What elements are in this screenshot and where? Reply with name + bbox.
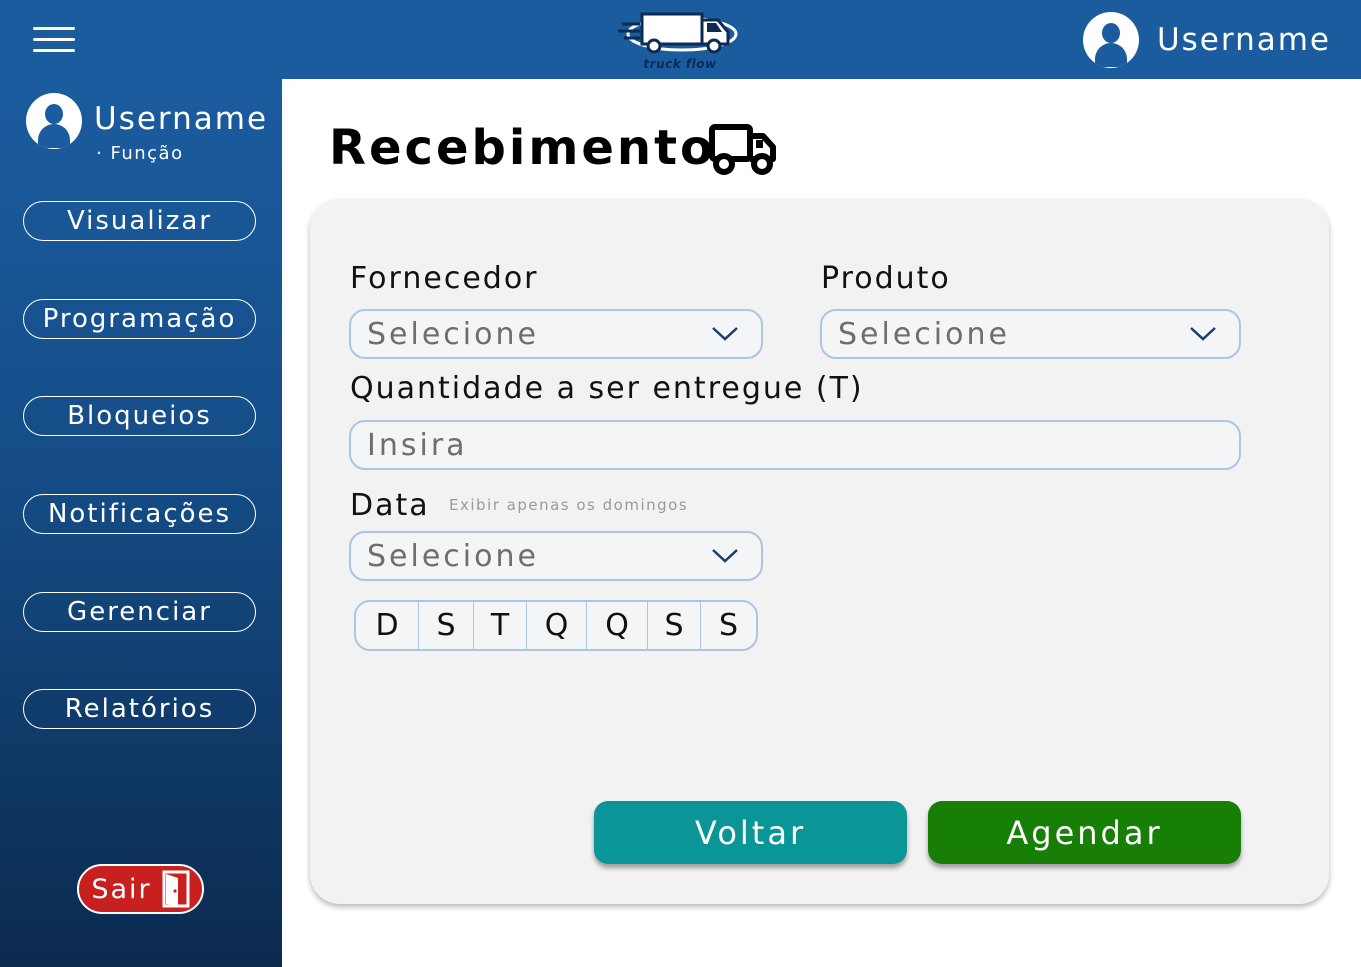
supplier-select-value: Selecione — [367, 316, 539, 352]
supplier-select[interactable]: Selecione — [349, 309, 763, 359]
back-button[interactable]: Voltar — [594, 801, 907, 864]
logo-truck-icon — [618, 12, 738, 54]
hamburger-menu-icon[interactable] — [33, 27, 75, 55]
sidebar-item-bloqueios[interactable]: Bloqueios — [23, 396, 256, 436]
product-select-value: Selecione — [838, 316, 1010, 352]
weekday-friday[interactable]: S — [647, 602, 700, 649]
weekday-selector: D S T Q Q S S — [354, 600, 758, 651]
product-select[interactable]: Selecione — [820, 309, 1241, 359]
weekday-thursday[interactable]: Q — [586, 602, 647, 649]
product-label: Produto — [821, 261, 951, 296]
date-select-value: Selecione — [367, 538, 539, 574]
sidebar-user: Username Função — [26, 93, 276, 173]
sidebar-item-gerenciar[interactable]: Gerenciar — [23, 592, 256, 632]
weekday-wednesday[interactable]: Q — [526, 602, 586, 649]
top-bar: truck flow Username — [0, 0, 1361, 79]
top-username: Username — [1156, 22, 1331, 58]
top-user-profile[interactable]: Username — [1082, 12, 1331, 68]
truck-icon — [709, 124, 776, 175]
logout-label: Sair — [91, 873, 152, 905]
weekday-monday[interactable]: S — [418, 602, 473, 649]
quantity-label: Quantidade a ser entregue (T) — [350, 371, 864, 406]
date-select[interactable]: Selecione — [349, 531, 763, 581]
sidebar-item-visualizar[interactable]: Visualizar — [23, 201, 256, 241]
date-hint: Exibir apenas os domingos — [449, 496, 689, 514]
schedule-button[interactable]: Agendar — [928, 801, 1241, 864]
exit-door-icon — [162, 870, 190, 908]
truck-flow-logo: truck flow — [618, 10, 742, 74]
sidebar-username: Username — [94, 101, 269, 137]
quantity-input[interactable] — [367, 427, 1239, 463]
logout-button[interactable]: Sair — [77, 864, 204, 914]
logo-text: truck flow — [643, 57, 717, 71]
sidebar: Username Função Visualizar Programação B… — [0, 79, 282, 967]
supplier-label: Fornecedor — [350, 261, 539, 296]
chevron-down-icon — [712, 327, 738, 341]
sidebar-item-relatorios[interactable]: Relatórios — [23, 689, 256, 729]
chevron-down-icon — [1190, 327, 1216, 341]
date-label: Data — [350, 488, 430, 523]
sidebar-role: Função — [96, 143, 184, 164]
sidebar-avatar-icon — [26, 93, 82, 149]
user-avatar-icon — [1082, 12, 1139, 68]
sidebar-item-notificacoes[interactable]: Notificações — [23, 494, 256, 534]
sidebar-item-programacao[interactable]: Programação — [23, 299, 256, 339]
weekday-tuesday[interactable]: T — [473, 602, 526, 649]
weekday-saturday[interactable]: S — [700, 602, 756, 649]
page-title: Recebimento — [329, 120, 716, 176]
quantity-field[interactable] — [349, 420, 1241, 470]
form-card: Fornecedor Selecione Produto Selecione Q… — [310, 199, 1329, 904]
weekday-sunday[interactable]: D — [356, 602, 418, 649]
chevron-down-icon — [712, 549, 738, 563]
